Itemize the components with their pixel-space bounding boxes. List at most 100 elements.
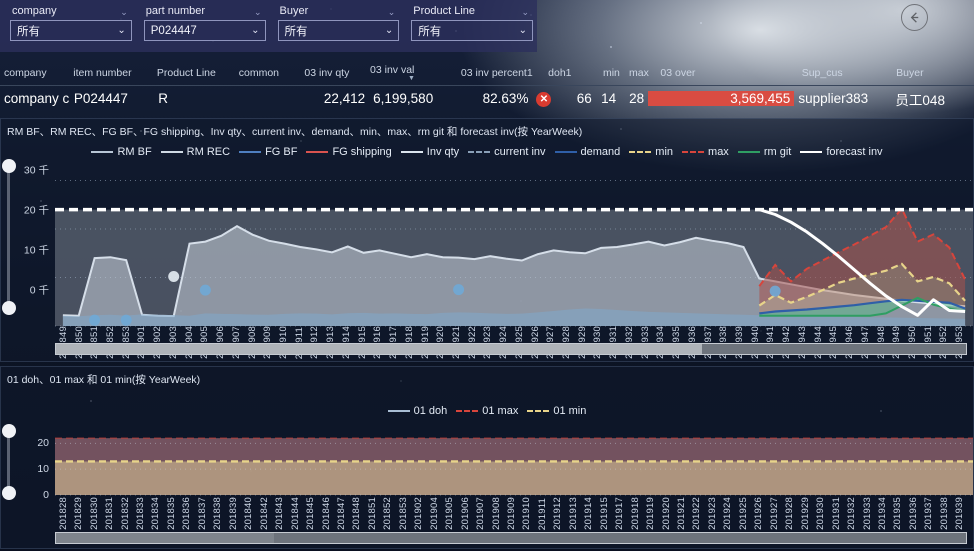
x-axis-tick: 201935: [892, 497, 903, 530]
legend-label: demand: [581, 146, 621, 158]
legend-item-max[interactable]: max: [682, 146, 729, 158]
col-doh1[interactable]: doh1: [544, 67, 599, 79]
legend-swatch: [527, 410, 549, 412]
chart1-title: RM BF、RM REC、FG BF、FG shipping、Inv qty、c…: [1, 119, 973, 139]
col-min[interactable]: min: [599, 67, 625, 79]
slicer-company-title: company: [6, 2, 136, 19]
legend-item-fg-shipping[interactable]: FG shipping: [306, 146, 391, 158]
x-axis-tick: 201927: [769, 497, 780, 530]
legend-item-rm-bf[interactable]: RM BF: [91, 146, 151, 158]
slicer-part-number-dropdown[interactable]: P024447 ⌄: [144, 20, 266, 41]
legend-item-demand[interactable]: demand: [555, 146, 621, 158]
slicer-company-dropdown[interactable]: 所有 ⌄: [10, 20, 132, 41]
x-axis-tick: 201844: [290, 497, 301, 530]
legend-item-forecast-inv[interactable]: forecast inv: [800, 146, 882, 158]
x-axis-tick: 201912: [552, 497, 563, 530]
x-axis-tick: 201931: [831, 497, 842, 530]
legend-label: rm git: [764, 146, 792, 158]
chart2-horizontal-scrollbar[interactable]: [55, 532, 967, 544]
x-axis-tick: 201924: [722, 497, 733, 530]
slicer-product-line[interactable]: Product Line ⌄ 所有 ⌄: [407, 2, 537, 41]
legend-label: current inv: [494, 146, 545, 158]
chart2-ytick-2: 20: [37, 437, 49, 449]
cell-product-line: R: [154, 91, 237, 106]
x-axis-tick: 201836: [181, 497, 192, 530]
col-over[interactable]: 03 over: [656, 67, 797, 79]
x-axis-tick: 201847: [336, 497, 347, 530]
chart1-horizontal-scrollbar[interactable]: [55, 343, 967, 355]
legend-item-rm-git[interactable]: rm git: [738, 146, 792, 158]
col-buyer[interactable]: Buyer: [892, 67, 974, 79]
col-company[interactable]: company: [0, 67, 69, 79]
legend-label: min: [655, 146, 673, 158]
scrollbar-thumb[interactable]: [56, 533, 274, 543]
slicer-product-line-dropdown[interactable]: 所有 ⌄: [411, 20, 533, 41]
chevron-down-icon[interactable]: ⌄: [388, 7, 396, 18]
x-axis-tick: 201933: [862, 497, 873, 530]
legend-item-01-min[interactable]: 01 min: [527, 405, 586, 417]
cell-inv-qty: 22,412: [303, 91, 369, 106]
y-range-slider-top-knob[interactable]: [2, 424, 16, 438]
status-badge: ✕: [532, 90, 553, 107]
x-axis-tick: 201906: [460, 497, 471, 530]
legend-item-fg-bf[interactable]: FG BF: [239, 146, 297, 158]
cell-inv-percent1: 82.63%: [461, 91, 533, 106]
col-sup-cus[interactable]: Sup_cus: [798, 67, 892, 79]
chevron-down-icon[interactable]: ⌄: [117, 25, 125, 36]
legend-item-current-inv[interactable]: current inv: [468, 146, 545, 158]
x-axis-tick: 201848: [351, 497, 362, 530]
legend-item-rm-rec[interactable]: RM REC: [161, 146, 230, 158]
chevron-down-icon[interactable]: ⌄: [251, 25, 259, 36]
legend-label: 01 doh: [414, 405, 448, 417]
x-axis-tick: 201837: [197, 497, 208, 530]
col-item-number[interactable]: item number: [69, 67, 153, 79]
x-axis-tick: 201915: [599, 497, 610, 530]
col-product-line[interactable]: Product Line: [153, 67, 235, 79]
chart2-legend: 01 doh 01 max 01 min: [1, 405, 973, 417]
legend-item-inv-qty[interactable]: Inv qty: [401, 146, 459, 158]
slicer-buyer-value: 所有: [285, 23, 308, 39]
chevron-down-icon[interactable]: ⌄: [120, 7, 128, 18]
x-axis-tick: 201834: [150, 497, 161, 530]
table-row[interactable]: company c P024447 R 22,412 6,199,580 82.…: [0, 86, 974, 111]
cell-min: 14: [596, 91, 620, 106]
legend-label: 01 min: [553, 405, 586, 417]
back-arrow-icon[interactable]: [901, 4, 928, 31]
legend-label: RM REC: [187, 146, 230, 158]
slicer-buyer[interactable]: Buyer ⌄ 所有 ⌄: [274, 2, 404, 41]
chevron-down-icon[interactable]: ⌄: [254, 7, 262, 18]
col-inv-percent1[interactable]: 03 inv percent1: [457, 67, 544, 79]
x-axis-tick: 201838: [212, 497, 223, 530]
slicer-company[interactable]: company ⌄ 所有 ⌄: [6, 2, 136, 41]
x-axis-tick: 201840: [243, 497, 254, 530]
legend-item-01-doh[interactable]: 01 doh: [388, 405, 448, 417]
x-axis-tick: 201832: [120, 497, 131, 530]
col-inv-val[interactable]: 03 inv val ▼: [366, 64, 457, 81]
scrollbar-thumb[interactable]: [56, 344, 702, 354]
x-axis-tick: 201917: [614, 497, 625, 530]
slicer-part-number[interactable]: part number ⌄ P024447 ⌄: [140, 2, 270, 41]
x-axis-tick: 201932: [846, 497, 857, 530]
x-axis-tick: 201925: [738, 497, 749, 530]
col-max[interactable]: max: [625, 67, 656, 79]
slicer-buyer-dropdown[interactable]: 所有 ⌄: [278, 20, 400, 41]
legend-swatch: [629, 151, 651, 153]
sort-descending-icon: ▼: [370, 76, 453, 81]
x-axis-tick: 201911: [537, 498, 548, 530]
chart2-x-axis: 201828 201829 201830 201831 201832 201833 2018…: [1, 482, 973, 530]
chevron-down-icon[interactable]: ⌄: [521, 7, 529, 18]
col-inv-qty[interactable]: 03 inv qty: [300, 67, 366, 79]
legend-item-min[interactable]: min: [629, 146, 673, 158]
inventory-timeline-chart[interactable]: RM BF、RM REC、FG BF、FG shipping、Inv qty、c…: [0, 118, 974, 362]
table-header-row: company item number Product Line common …: [0, 60, 974, 86]
chevron-down-icon[interactable]: ⌄: [519, 25, 527, 36]
y-range-slider-top-knob[interactable]: [2, 159, 16, 173]
legend-swatch: [239, 151, 261, 153]
x-axis-tick: 201913: [568, 497, 579, 530]
legend-item-01-max[interactable]: 01 max: [456, 405, 518, 417]
y-range-slider[interactable]: [7, 166, 10, 308]
cell-company: company c: [0, 91, 70, 106]
col-common[interactable]: common: [235, 67, 301, 79]
chevron-down-icon[interactable]: ⌄: [385, 25, 393, 36]
doh-timeline-chart[interactable]: 01 doh、01 max 和 01 min(按 YearWeek) 01 do…: [0, 366, 974, 549]
